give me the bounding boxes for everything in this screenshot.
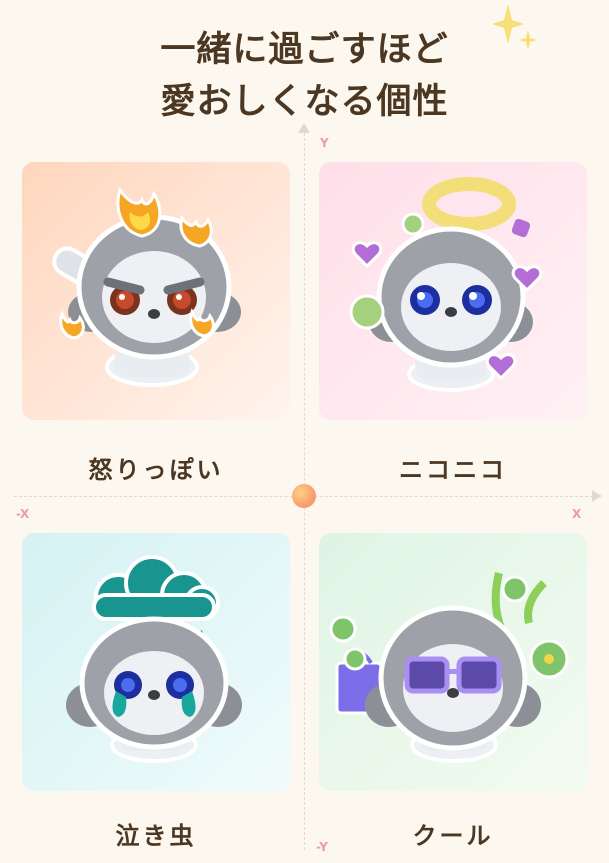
origin-dot	[292, 484, 316, 508]
quadrant-card-happy	[319, 162, 587, 420]
title-line-2: 愛おしくなる個性	[160, 82, 449, 122]
crying-robot-icon	[66, 555, 242, 763]
y-positive-label: Y	[320, 136, 329, 150]
y-axis-arrow-icon	[298, 123, 310, 133]
angry-robot-icon	[52, 186, 241, 387]
happy-robot-icon	[349, 177, 543, 392]
x-negative-label: -X	[16, 507, 30, 521]
quadrant-label-happy: ニコニコ	[399, 456, 507, 484]
quadrant-card-cool	[319, 533, 587, 791]
quadrant-label-angry: 怒りっぽい	[88, 456, 224, 484]
quadrant-card-angry	[22, 162, 290, 420]
x-axis-arrow-icon	[592, 490, 602, 502]
quadrant-label-cool: クール	[412, 822, 494, 850]
cool-robot-icon	[329, 572, 569, 763]
quadrant-label-crying: 泣き虫	[115, 822, 197, 850]
sparkle-icon	[492, 4, 537, 50]
x-positive-label: X	[572, 507, 582, 521]
quadrant-card-crying	[22, 533, 290, 791]
